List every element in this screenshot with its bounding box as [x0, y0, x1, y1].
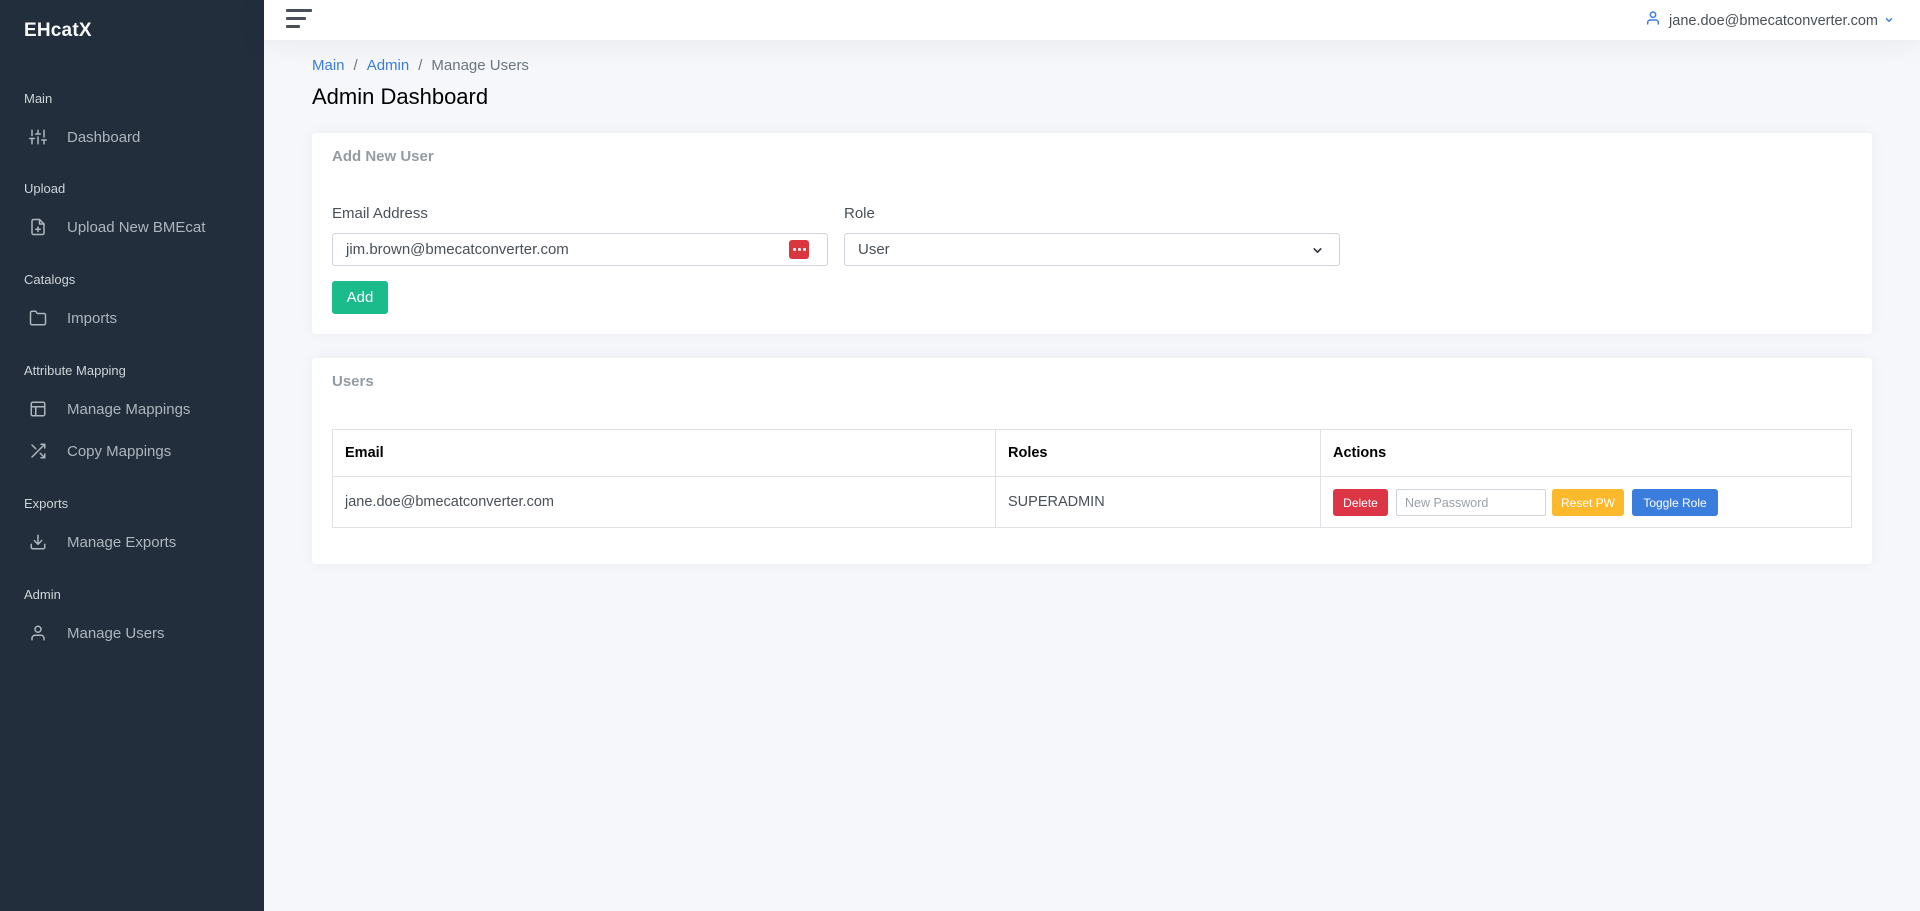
- breadcrumb-main-link[interactable]: Main: [312, 57, 345, 74]
- delete-user-button[interactable]: Delete: [1333, 489, 1388, 516]
- role-label: Role: [844, 205, 875, 222]
- add-user-button[interactable]: Add: [332, 281, 388, 314]
- user-icon: [1645, 10, 1661, 31]
- card-title: Users: [332, 373, 374, 390]
- page-title: Admin Dashboard: [312, 84, 489, 109]
- breadcrumb-separator: /: [418, 57, 423, 74]
- chevron-down-icon: [1884, 12, 1894, 30]
- card-title: Add New User: [332, 148, 434, 165]
- sidebar-header-attribute-mapping: Attribute Mapping: [24, 363, 126, 378]
- sidebar-item-label: Copy Mappings: [67, 442, 172, 460]
- user-email: jane.doe@bmecatconverter.com: [1669, 12, 1878, 29]
- chevron-down-icon: [1311, 244, 1324, 261]
- folder-icon: [29, 309, 57, 327]
- layout-icon: [29, 400, 57, 418]
- sidebar-item-label: Upload New BMEcat: [67, 218, 206, 236]
- sidebar: EHcatX Main Dashboard Upload Upload New …: [0, 0, 264, 911]
- column-header-actions: Actions: [1320, 429, 1852, 477]
- download-icon: [29, 533, 57, 551]
- table-row: jane.doe@bmecatconverter.com SUPERADMIN …: [332, 476, 1852, 528]
- sliders-icon: [29, 128, 57, 146]
- breadcrumb-admin-link[interactable]: Admin: [367, 57, 410, 74]
- column-header-email: Email: [332, 429, 996, 477]
- user-email-cell: jane.doe@bmecatconverter.com: [332, 476, 996, 528]
- sidebar-header-main: Main: [24, 91, 53, 106]
- breadcrumb-separator: /: [353, 57, 358, 74]
- user-actions-cell: Delete New Password Reset PW Toggle Role: [1320, 476, 1852, 528]
- sidebar-item-label: Imports: [67, 309, 118, 327]
- email-label: Email Address: [332, 205, 428, 222]
- shuffle-icon: [29, 442, 57, 460]
- sidebar-item-copy-mappings[interactable]: Copy Mappings: [24, 435, 244, 467]
- user-roles-cell: SUPERADMIN: [995, 476, 1321, 528]
- users-table: Email Roles Actions jane.doe@bmecatconve…: [332, 429, 1852, 528]
- email-value: jim.brown@bmecatconverter.com: [346, 241, 569, 258]
- role-select[interactable]: User: [844, 233, 1340, 266]
- table-header-row: Email Roles Actions: [332, 429, 1852, 477]
- password-manager-icon[interactable]: [789, 240, 809, 259]
- sidebar-item-manage-mappings[interactable]: Manage Mappings: [24, 393, 244, 425]
- sidebar-header-catalogs: Catalogs: [24, 272, 76, 287]
- breadcrumb: Main / Admin / Manage Users: [312, 57, 529, 74]
- toggle-role-button[interactable]: Toggle Role: [1632, 489, 1718, 516]
- user-icon: [29, 624, 57, 642]
- sidebar-header-upload: Upload: [24, 181, 66, 196]
- sidebar-item-manage-exports[interactable]: Manage Exports: [24, 526, 244, 558]
- reset-password-button[interactable]: Reset PW: [1552, 489, 1624, 516]
- sidebar-item-imports[interactable]: Imports: [24, 302, 244, 334]
- column-header-roles: Roles: [995, 429, 1321, 477]
- users-card: Users Email Roles Actions jane.doe@bmeca…: [312, 358, 1872, 564]
- sidebar-header-admin: Admin: [24, 587, 61, 602]
- file-plus-icon: [29, 218, 57, 236]
- sidebar-item-upload-bmecat[interactable]: Upload New BMEcat: [24, 211, 244, 243]
- role-value: User: [858, 241, 890, 258]
- email-field[interactable]: jim.brown@bmecatconverter.com: [332, 233, 828, 266]
- brand-logo[interactable]: EHcatX: [24, 20, 92, 42]
- user-menu[interactable]: jane.doe@bmecatconverter.com: [1645, 10, 1894, 31]
- add-user-card: Add New User Email Address jim.brown@bme…: [312, 133, 1872, 334]
- sidebar-item-label: Dashboard: [67, 128, 141, 146]
- sidebar-toggle-icon[interactable]: [286, 9, 312, 31]
- sidebar-item-manage-users[interactable]: Manage Users: [24, 617, 244, 649]
- breadcrumb-current: Manage Users: [431, 57, 529, 74]
- sidebar-item-label: Manage Exports: [67, 533, 177, 551]
- sidebar-item-dashboard[interactable]: Dashboard: [24, 121, 244, 153]
- new-password-input[interactable]: New Password: [1396, 489, 1546, 516]
- sidebar-header-exports: Exports: [24, 496, 69, 511]
- sidebar-item-label: Manage Mappings: [67, 400, 191, 418]
- topbar: jane.doe@bmecatconverter.com: [264, 0, 1920, 40]
- sidebar-item-label: Manage Users: [67, 624, 165, 642]
